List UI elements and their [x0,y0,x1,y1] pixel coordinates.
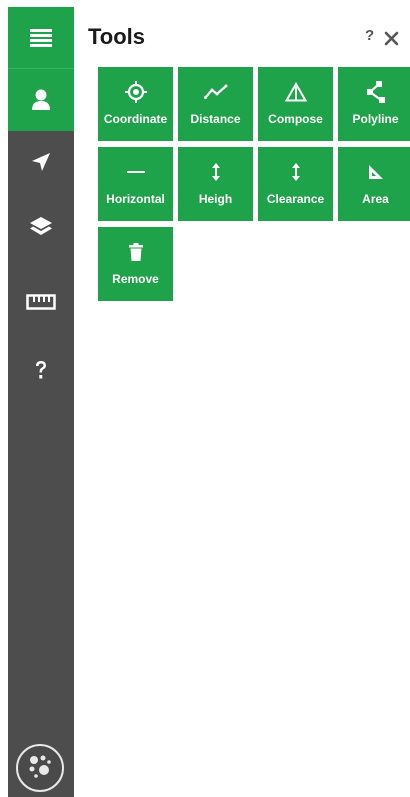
sidebar-item-menu[interactable] [8,7,74,68]
tool-label: Coordinate [103,112,168,126]
tool-distance-button[interactable]: Distance [178,67,253,141]
panel-help-button[interactable]: ? [365,28,374,44]
vertical-arrows-icon [178,161,253,183]
hamburger-menu-icon [30,28,52,47]
trash-icon [98,241,173,263]
tool-remove-button[interactable]: Remove [98,227,173,301]
help-question-icon [34,360,48,380]
ruler-icon [26,294,56,310]
tool-polyline-button[interactable]: Polyline [338,67,410,141]
tool-label: Area [362,192,389,206]
tool-coordinate-button[interactable]: Coordinate [98,67,173,141]
tool-horizontal-button[interactable]: Horizontal [98,147,173,221]
user-icon [31,89,51,111]
tool-label: Polyline [352,112,399,126]
sidebar [8,7,74,797]
set-square-icon [338,161,410,183]
sidebar-item-navigate[interactable] [8,137,74,187]
logo-dots-icon [23,749,57,788]
vertical-arrows-icon [258,161,333,183]
tool-label: Compose [268,112,323,126]
tool-clearance-button[interactable]: Clearance [258,147,333,221]
tool-label: Clearance [266,192,325,206]
sidebar-item-user[interactable] [8,68,74,131]
polyline-icon [338,81,410,103]
tool-compose-button[interactable]: Compose [258,67,333,141]
tool-label: Distance [190,112,241,126]
line-graph-icon [178,81,253,103]
tool-label: Remove [112,272,159,286]
sidebar-item-layers[interactable] [8,202,74,252]
sidebar-item-measure[interactable] [8,277,74,327]
triangle-icon [258,81,333,103]
crosshair-icon [98,81,173,103]
tool-label: Heigh [198,192,233,206]
tool-label: Horizontal [106,192,165,206]
navigation-arrow-icon [31,152,51,172]
tool-area-button[interactable]: Area [338,147,410,221]
layers-icon [29,216,53,238]
close-icon[interactable] [384,31,399,51]
tool-heigh-button[interactable]: Heigh [178,147,253,221]
sidebar-item-help[interactable] [8,345,74,395]
horizontal-line-icon [98,161,173,183]
panel-title: Tools [88,24,146,49]
logo [16,744,64,792]
